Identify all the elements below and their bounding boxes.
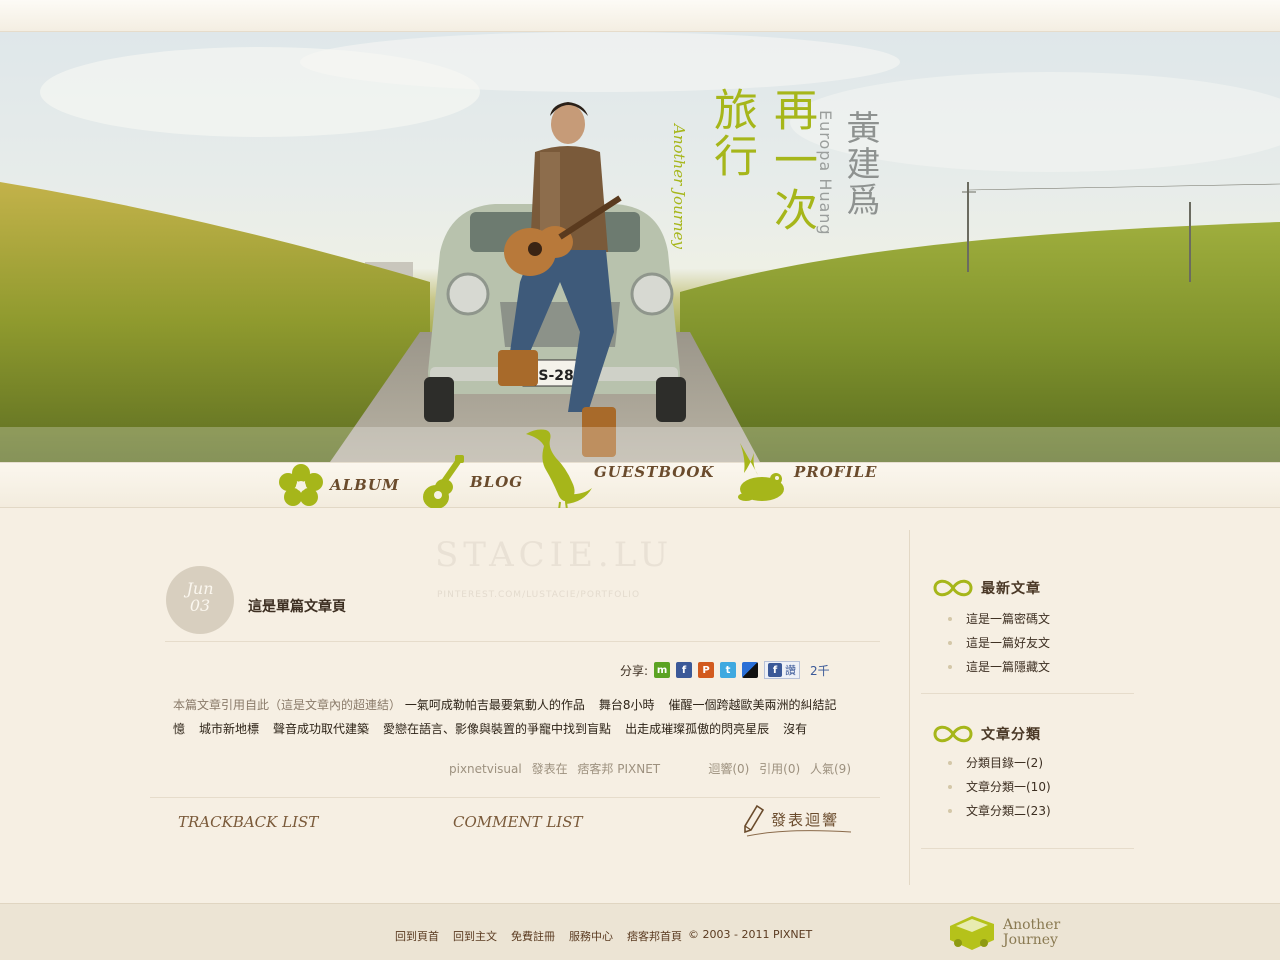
footer-link-main[interactable]: 回到主文 xyxy=(453,928,497,944)
post-link[interactable]: 沒有 xyxy=(783,722,807,736)
footer-logo-line2: Journey xyxy=(1003,932,1058,948)
post-link[interactable]: 出走成璀璨孤傲的閃亮星辰 xyxy=(625,722,769,736)
post-link[interactable]: 愛戀在語言、影像與裝置的爭寵中找到盲點 xyxy=(383,722,611,736)
latest-post-item[interactable]: 這是一篇隱藏文 xyxy=(948,655,1050,679)
sidebar-divider xyxy=(921,693,1134,694)
watermark-sub: PINTEREST.COM/LUSTACIE/PORTFOLIO xyxy=(437,590,641,600)
category-item[interactable]: 文章分類二(23) xyxy=(948,799,1051,823)
post-comments-count[interactable]: 迴響(0) xyxy=(708,762,749,776)
post-site[interactable]: 痞客邦 PIXNET xyxy=(577,762,660,776)
post-body: 本篇文章引用自此（這是文章內的超連結） 一氣呵成勒帕吉最要氣動人的作品 舞台8小時… xyxy=(173,693,853,741)
latest-posts-list: 這是一篇密碼文 這是一篇好友文 這是一篇隱藏文 xyxy=(948,607,1050,679)
footer-link-register[interactable]: 免費註冊 xyxy=(511,928,555,944)
twitter-icon[interactable]: t xyxy=(720,662,737,678)
banner-title-en: Another Journey xyxy=(670,124,688,249)
facebook-icon[interactable]: f xyxy=(676,662,693,678)
category-item[interactable]: 分類目錄一(2) xyxy=(948,751,1051,775)
infinity-icon xyxy=(933,579,973,597)
comment-list-heading: COMMENT LIST xyxy=(453,813,583,831)
plurk-icon[interactable]: m xyxy=(654,662,671,678)
post-link[interactable]: 城市新地標 xyxy=(199,722,259,736)
post-title[interactable]: 這是單篇文章頁 xyxy=(248,596,346,616)
nav-label-profile: PROFILE xyxy=(794,463,878,481)
post-body-intro: 本篇文章引用自此（這是文章內的超連結） xyxy=(173,698,402,712)
top-strip xyxy=(0,0,1280,32)
post-date-badge: Jun 03 xyxy=(166,566,234,634)
categories-list: 分類目錄一(2) 文章分類一(10) 文章分類二(23) xyxy=(948,751,1051,823)
category-item[interactable]: 文章分類一(10) xyxy=(948,775,1051,799)
nav-label-blog: BLOG xyxy=(470,473,524,491)
mini-car-logo-icon xyxy=(950,916,994,950)
footer-logo-text: Another Journey xyxy=(1003,918,1060,948)
latest-post-item[interactable]: 這是一篇好友文 xyxy=(948,631,1050,655)
footer-copyright: © 2003 - 2011 PIXNET xyxy=(688,928,813,941)
footer-link-pixnet-home[interactable]: 痞客邦首頁 xyxy=(627,928,682,944)
like-count: 2千 xyxy=(810,663,830,678)
nav-item-blog[interactable]: BLOG xyxy=(422,452,523,512)
nav-item-album[interactable]: ALBUM xyxy=(278,462,400,508)
sidebar-divider xyxy=(921,848,1134,849)
categories-title: 文章分類 xyxy=(981,727,1041,743)
post-views-count: 人氣(9) xyxy=(810,762,851,776)
post-date-month: Jun xyxy=(186,579,214,598)
banner-title-line2: 再一次 xyxy=(766,87,817,237)
nav-item-profile[interactable]: PROFILE xyxy=(736,436,877,508)
latest-posts-title: 最新文章 xyxy=(981,581,1041,597)
post-link[interactable]: 聲音成功取代建築 xyxy=(273,722,369,736)
hibiscus-icon xyxy=(279,464,323,506)
artist-name-zh: 黃建爲 xyxy=(840,110,880,218)
title-divider xyxy=(165,641,880,642)
like-label: 讚 xyxy=(785,664,797,677)
post-date-day: 03 xyxy=(189,596,211,615)
funp-icon[interactable]: P xyxy=(698,662,715,678)
infinity-icon xyxy=(933,725,973,743)
meta-divider xyxy=(150,797,880,798)
post-trackback-count[interactable]: 引用(0) xyxy=(759,762,800,776)
artist-name-en: Europa Huang xyxy=(816,110,835,236)
facebook-like-button[interactable]: f 讚 xyxy=(764,661,801,679)
post-meta: pixnetvisual 發表在 痞客邦 PIXNET 迴響(0) 引用(0) … xyxy=(449,760,851,777)
post-posted-label: 發表在 xyxy=(531,762,568,776)
guitar-icon xyxy=(423,455,464,509)
share-label: 分享: xyxy=(620,663,649,678)
nav-label-guestbook: GUESTBOOK xyxy=(594,463,715,481)
nav-label-album: ALBUM xyxy=(330,476,400,494)
delicious-icon[interactable] xyxy=(742,662,759,678)
footer-links: 回到頁首 回到主文 免費註冊 服務中心 痞客邦首頁 © 2003 - 2011 … xyxy=(395,928,812,944)
banner-title-line1: 旅行 xyxy=(706,87,757,179)
latest-post-item[interactable]: 這是一篇密碼文 xyxy=(948,607,1050,631)
facebook-small-icon: f xyxy=(768,663,783,677)
trackback-list-heading: TRACKBACK LIST xyxy=(178,813,319,831)
footer-link-service[interactable]: 服務中心 xyxy=(569,928,613,944)
comment-underline-swash xyxy=(746,830,852,837)
banner-scene: MS-287 xyxy=(0,32,1280,462)
categories-heading: 文章分類 xyxy=(933,724,1041,744)
watermark: STACIE.LU xyxy=(435,535,674,575)
nav-item-guestbook[interactable]: GUESTBOOK xyxy=(522,424,714,520)
sidebar-separator xyxy=(909,530,910,885)
banner-photo: MS-287 Another Journey 旅行 再一次 Europa Hua… xyxy=(0,32,1280,462)
heron-icon xyxy=(526,429,592,519)
share-bar: 分享: m f P t f 讚 2千 xyxy=(620,661,830,679)
post-author[interactable]: pixnetvisual xyxy=(449,762,522,776)
frog-icon xyxy=(738,443,784,501)
post-link[interactable]: 舞台8小時 xyxy=(599,698,655,712)
latest-posts-heading: 最新文章 xyxy=(933,578,1041,598)
footer-logo-line1: Another xyxy=(1003,917,1061,933)
post-link[interactable]: 一氣呵成勒帕吉最要氣動人的作品 xyxy=(405,698,585,712)
footer-link-top[interactable]: 回到頁首 xyxy=(395,928,439,944)
